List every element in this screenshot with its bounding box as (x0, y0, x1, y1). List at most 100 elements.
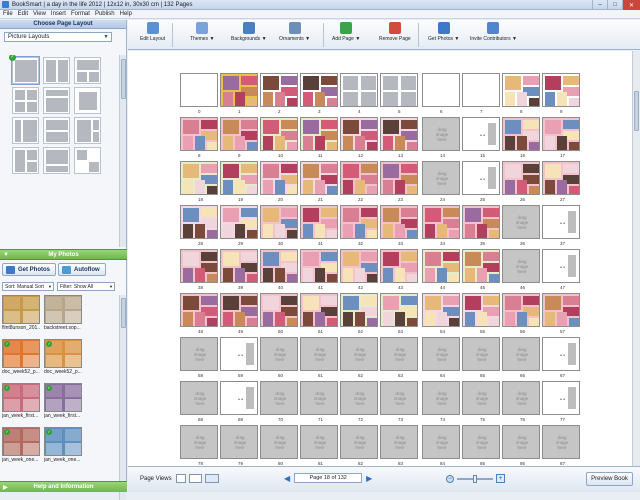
add-page-button[interactable]: Add Page ▼ (332, 22, 360, 42)
left-page[interactable]: drag image here (260, 381, 298, 415)
right-page[interactable]: drag image here (462, 337, 500, 371)
right-page[interactable] (300, 249, 338, 283)
right-page[interactable] (220, 249, 258, 283)
filter-select[interactable]: Filter: Show All ▼ (57, 282, 115, 291)
left-page[interactable] (340, 117, 378, 151)
get-photos-button[interactable]: Get Photos (2, 263, 57, 276)
left-page[interactable]: drag image here (340, 425, 378, 459)
help-and-information-bar[interactable]: ▶ Help and Information (0, 481, 127, 492)
menu-format[interactable]: Format (71, 11, 90, 17)
right-page[interactable]: drag image here (300, 337, 338, 371)
invite-contributors-button[interactable]: Invite Contributors ▼ (470, 22, 517, 42)
left-page[interactable] (260, 161, 298, 195)
left-page[interactable]: drag image here (180, 381, 218, 415)
left-page[interactable]: drag image here (260, 337, 298, 371)
right-page[interactable]: • • (220, 381, 258, 415)
page-spread[interactable]: drag image here 58 • • 59 (180, 337, 258, 378)
page-spread[interactable]: drag image here 76 • • 77 (502, 381, 580, 422)
menu-help[interactable]: Help (120, 11, 132, 17)
page-spread[interactable]: 26 27 (502, 161, 580, 202)
left-page[interactable] (340, 249, 378, 283)
canvas-scrollbar-thumb[interactable] (634, 91, 639, 131)
right-page[interactable] (542, 293, 580, 327)
right-page[interactable]: drag image here (300, 425, 338, 459)
remove-page-button[interactable]: Remove Page (379, 22, 411, 42)
right-page[interactable] (462, 73, 500, 107)
left-page[interactable] (180, 73, 218, 107)
page-spread[interactable]: 16 17 (502, 117, 580, 158)
page-spread[interactable]: drag image here 84 drag image here 85 (422, 425, 500, 466)
page-spread[interactable]: drag image here 72 drag image here 73 (340, 381, 418, 422)
page-spread[interactable]: drag image here 78 drag image here 79 (180, 425, 258, 466)
page-spread[interactable]: 34 35 (422, 205, 500, 246)
next-page-button[interactable]: ▶ (366, 474, 372, 483)
page-spread[interactable]: 52 53 (340, 293, 418, 334)
page-spread[interactable]: drag image here 86 drag image here 87 (502, 425, 580, 466)
layout-thumbnail[interactable] (74, 117, 101, 144)
right-page[interactable] (462, 293, 500, 327)
left-page[interactable] (502, 161, 540, 195)
canvas-scrollbar[interactable] (632, 51, 640, 466)
right-page[interactable] (380, 205, 418, 239)
left-page[interactable]: drag image here (502, 381, 540, 415)
page-spread[interactable]: 50 51 (260, 293, 338, 334)
right-page[interactable]: • • (542, 249, 580, 283)
zoom-out-button[interactable]: − (446, 474, 454, 483)
left-page[interactable] (422, 249, 460, 283)
page-spread[interactable]: 20 21 (260, 161, 338, 202)
right-page[interactable] (542, 161, 580, 195)
themes-button[interactable]: Themes ▼ (190, 22, 214, 42)
page-spread[interactable]: drag image here 70 drag image here 71 (260, 381, 338, 422)
left-page[interactable]: drag image here (180, 425, 218, 459)
page-spread[interactable]: 30 31 (260, 205, 338, 246)
left-page[interactable] (502, 293, 540, 327)
menu-edit[interactable]: Edit (18, 11, 28, 17)
previous-page-button[interactable]: ◀ (284, 474, 290, 483)
right-page[interactable]: • • (462, 117, 500, 151)
left-page[interactable] (180, 117, 218, 151)
page-spread[interactable]: 48 49 (180, 293, 258, 334)
right-page[interactable] (300, 73, 338, 107)
left-page[interactable] (260, 249, 298, 283)
photo-thumbnail[interactable]: ✓ jan_week_first... (2, 383, 40, 419)
left-page[interactable]: drag image here (260, 425, 298, 459)
left-page[interactable]: drag image here (180, 337, 218, 371)
right-page[interactable] (300, 205, 338, 239)
right-page[interactable] (220, 117, 258, 151)
right-page[interactable]: • • (542, 381, 580, 415)
photo-thumbnail[interactable]: ✓ doc_week52_p... (44, 339, 82, 375)
page-spread[interactable]: 12 13 (340, 117, 418, 158)
right-page[interactable]: drag image here (462, 425, 500, 459)
page-spread[interactable]: 42 43 (340, 249, 418, 290)
left-page[interactable]: drag image here (422, 425, 460, 459)
left-page[interactable] (340, 293, 378, 327)
page-spread[interactable]: drag image here 68 • • 69 (180, 381, 258, 422)
left-page[interactable] (502, 73, 540, 107)
ornaments-button[interactable]: Ornaments ▼ (279, 22, 310, 42)
page-spread[interactable]: 22 23 (340, 161, 418, 202)
left-page[interactable]: drag image here (502, 249, 540, 283)
left-page[interactable] (340, 205, 378, 239)
page-spread[interactable]: drag image here 14 • • 15 (422, 117, 500, 158)
layout-thumbnail[interactable] (43, 117, 70, 144)
minimize-button[interactable]: – (592, 0, 607, 10)
left-page[interactable]: drag image here (502, 425, 540, 459)
right-page[interactable]: • • (542, 337, 580, 371)
layout-thumbnail[interactable] (43, 87, 70, 114)
left-page[interactable]: drag image here (422, 337, 460, 371)
menu-insert[interactable]: Insert (51, 11, 66, 17)
single-page-view-icon[interactable] (176, 474, 186, 483)
page-spread[interactable]: 45 (340, 73, 418, 114)
layout-type-select[interactable]: Picture Layouts ▼ (4, 32, 112, 42)
left-page[interactable] (260, 205, 298, 239)
page-spread[interactable]: 18 19 (180, 161, 258, 202)
page-spread[interactable]: 23 (260, 73, 338, 114)
page-spread[interactable]: drag image here 24 • • 25 (422, 161, 500, 202)
right-page[interactable]: drag image here (462, 381, 500, 415)
page-spread[interactable]: 67 (422, 73, 500, 114)
photo-thumbnail[interactable]: backstreet.sop... (44, 295, 82, 331)
left-page[interactable] (422, 293, 460, 327)
page-spread[interactable]: drag image here 80 drag image here 81 (260, 425, 338, 466)
left-page[interactable]: drag image here (340, 381, 378, 415)
page-spread[interactable]: drag image here 36 • • 37 (502, 205, 580, 246)
